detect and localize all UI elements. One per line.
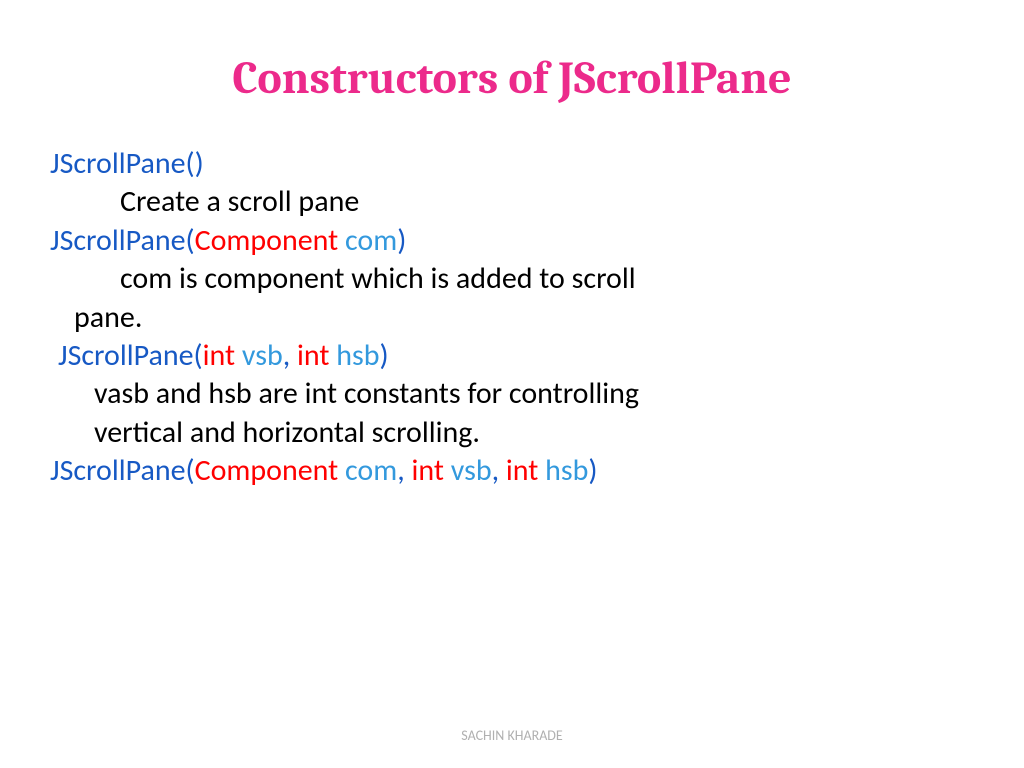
constructor-3-description-line1: vasb and hsb are int constants for contr…: [50, 375, 974, 413]
constructor-4-signature: JScrollPane(Component com, int vsb, int …: [50, 452, 974, 490]
param-type: Component: [195, 452, 345, 489]
constructor-1-signature: JScrollPane(): [50, 145, 974, 183]
slide-content: JScrollPane() Create a scroll pane JScro…: [0, 145, 1024, 491]
param-name: vsb: [451, 452, 492, 489]
param-name: com: [345, 222, 397, 259]
close-paren: ): [397, 222, 406, 259]
signature-text: JScrollPane(): [50, 145, 204, 182]
constructor-1-description: Create a scroll pane: [50, 183, 974, 221]
constructor-2-description-line2: pane.: [50, 299, 974, 337]
param-type: int: [203, 337, 242, 374]
class-name: JScrollPane(: [50, 452, 195, 489]
comma: ,: [397, 452, 411, 489]
close-paren: ): [379, 337, 388, 374]
constructor-2-signature: JScrollPane(Component com): [50, 222, 974, 260]
param-type: Component: [195, 222, 345, 259]
param-type: int: [297, 337, 336, 374]
slide-title: Constructors of JScrollPane: [0, 0, 1024, 145]
param-name: hsb: [336, 337, 379, 374]
param-type: int: [506, 452, 545, 489]
param-type: int: [412, 452, 451, 489]
class-name: JScrollPane(: [50, 222, 195, 259]
constructor-3-description-line2: vertical and horizontal scrolling.: [50, 414, 974, 452]
param-name: com: [345, 452, 397, 489]
param-name: hsb: [545, 452, 588, 489]
close-paren: ): [588, 452, 597, 489]
footer-author: SACHIN KHARADE: [0, 727, 1024, 744]
param-name: vsb: [242, 337, 283, 374]
comma: ,: [283, 337, 297, 374]
class-name: JScrollPane(: [58, 337, 203, 374]
constructor-2-description-line1: com is component which is added to scrol…: [50, 260, 974, 298]
constructor-3-signature: JScrollPane(int vsb, int hsb): [50, 337, 974, 375]
comma: ,: [492, 452, 506, 489]
